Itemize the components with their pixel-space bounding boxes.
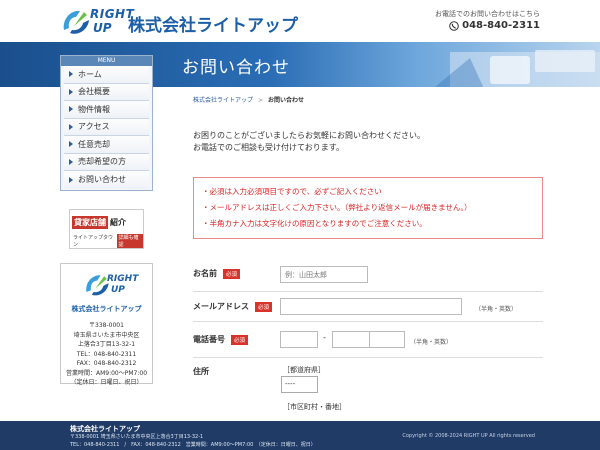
email-input[interactable] [280, 298, 462, 315]
email-label: メールアドレス [193, 302, 249, 311]
sidebar-item-label: ホーム [78, 69, 102, 79]
form-row-address: 住所 ［都道府県］ ---- ［市区町村・番地］ [193, 358, 543, 421]
header-phone-number: 048-840-2311 [462, 20, 540, 31]
required-badge: 必須 [223, 268, 241, 279]
arrow-right-icon [69, 158, 73, 165]
promo-label: 紹介 [110, 217, 126, 227]
sidebar-item-voluntary-sale[interactable]: 任意売却 [64, 136, 149, 154]
name-input[interactable] [280, 266, 368, 283]
sidebar-item-properties[interactable]: 物件情報 [64, 101, 149, 119]
form-row-phone: 電話番号 必須 - - （半角・英数） [193, 322, 543, 358]
breadcrumb-separator: > [258, 97, 264, 104]
footer-copyright: Copyright © 2008-2024 RIGHT UP All right… [402, 433, 535, 439]
contact-note: お電話でのお問い合わせはこちら [435, 10, 540, 18]
arrow-right-icon [69, 71, 73, 78]
card-hours: 営業時間：AM9:00～PM7:00 [65, 369, 148, 377]
site-logo[interactable]: RIGHT UP 株式会社ライトアップ [60, 6, 300, 38]
phone-input-3[interactable] [369, 331, 405, 348]
phone-photo-decoration [434, 50, 600, 87]
arrow-right-icon [69, 176, 73, 183]
company-name: 株式会社ライトアップ [128, 16, 298, 36]
card-address1: 埼玉県さいたま市中央区 [73, 331, 140, 339]
form-row-email: メールアドレス 必須 （半角・英数） [193, 292, 543, 322]
breadcrumb-home-link[interactable]: 株式会社ライトアップ [193, 97, 253, 104]
card-logo: RIGHT UP [61, 270, 152, 302]
notice-kana: 半角カナ入力は文字化けの原因となりますのでご注意ください。 [202, 216, 534, 232]
notice-email: メールアドレスは正しくご入力下さい。（弊社より返信メールが届きません。） [202, 200, 534, 216]
notice-box: 必須は入力必須項目ですので、必ずご記入ください メールアドレスは正しくご入力下さ… [193, 177, 543, 239]
arrow-right-icon [69, 88, 73, 95]
address-label: 住所 [193, 367, 209, 376]
prefecture-label: ［都道府県］ [283, 366, 325, 374]
sidebar-item-label: 売却希望の方 [78, 157, 126, 167]
card-logo-up: UP [111, 285, 125, 295]
phone-hint: （半角・英数） [410, 339, 453, 346]
menu-heading: MENU [61, 56, 152, 66]
card-holiday: （定休日：日曜日、祝日） [70, 379, 143, 386]
phone-dash-1: - [323, 333, 326, 342]
phone-icon [449, 20, 459, 31]
sidebar-item-access[interactable]: アクセス [64, 118, 149, 136]
sidebar-item-label: 会社概要 [78, 87, 110, 97]
arrow-right-icon [69, 123, 73, 130]
sidebar-item-label: アクセス [78, 122, 110, 132]
arrow-right-icon [69, 106, 73, 113]
intro-line-1: お困りのことがございましたらお気軽にお問い合わせください。 [193, 131, 425, 140]
card-postal: 〒338-0001 [89, 322, 124, 329]
page: RIGHT UP 株式会社ライトアップ お電話でのお問い合わせはこちら 048-… [0, 0, 600, 450]
phone-input-1[interactable] [280, 331, 318, 348]
sidebar-item-label: 任意売却 [78, 139, 110, 149]
sidebar-item-sellers[interactable]: 売却希望の方 [64, 153, 149, 171]
card-logo-right: RIGHT [107, 274, 139, 284]
site-header: RIGHT UP 株式会社ライトアップ お電話でのお問い合わせはこちら 048-… [0, 0, 600, 42]
arrow-right-icon [69, 141, 73, 148]
promo-badge: 詳細も確認 [116, 234, 143, 248]
header-phone[interactable]: 048-840-2311 [449, 20, 540, 31]
phone-input-2[interactable] [332, 331, 370, 348]
company-info-card: RIGHT UP 株式会社ライトアップ 〒338-0001 埼玉県さいたま市中央… [60, 263, 153, 386]
logo-mark-icon [63, 10, 89, 34]
card-company-name: 株式会社ライトアップ [71, 305, 142, 313]
prefecture-select[interactable]: ---- [281, 376, 318, 393]
required-badge: 必須 [231, 334, 249, 345]
footer-contact: TEL：048-840-2311 / FAX：048-840-2312 営業時間… [70, 441, 316, 448]
sidebar-item-label: お問い合わせ [78, 175, 126, 185]
sidebar-item-contact[interactable]: お問い合わせ [64, 171, 149, 189]
email-hint: （半角・英数） [475, 306, 518, 313]
logo-text-up: UP [93, 21, 112, 35]
form-row-name: お名前 必須 [193, 262, 543, 292]
sidebar-item-label: 物件情報 [78, 104, 110, 114]
phone-label: 電話番号 [193, 335, 225, 344]
notice-required: 必須は入力必須項目ですので、必ずご記入ください [202, 184, 534, 200]
intro-text: お困りのことがございましたらお気軽にお問い合わせください。 お電話でのご相談も受… [193, 130, 425, 154]
sidebar-menu: MENU ホーム 会社概要 物件情報 アクセス 任意売却 売却希望の方 お問い合… [60, 55, 153, 191]
promo-title: 貸家店舗 [72, 215, 108, 229]
intro-line-2: お電話でのご相談も受け付けております。 [193, 143, 344, 152]
site-footer: 株式会社ライトアップ 〒338-0001 埼玉県さいたま市中央区上落合3丁目13… [0, 421, 600, 450]
rental-shop-banner[interactable]: 貸家店舗 紹介 ライトアップタウン 詳細も確認 [69, 209, 144, 249]
card-address2: 上落合3丁目13-32-1 [77, 341, 136, 348]
sidebar-item-company[interactable]: 会社概要 [64, 83, 149, 101]
sidebar-item-home[interactable]: ホーム [64, 66, 149, 84]
required-badge: 必須 [255, 301, 273, 312]
card-tel: TEL：048-840-2311 [76, 350, 137, 358]
breadcrumb: 株式会社ライトアップ > お問い合わせ [193, 95, 304, 104]
footer-address: 〒338-0001 埼玉県さいたま市中央区上落合3丁目13-32-1 [70, 434, 204, 440]
promo-sub: ライトアップタウン [73, 235, 114, 248]
breadcrumb-current: お問い合わせ [268, 97, 305, 104]
card-fax: FAX：048-840-2312 [76, 360, 137, 367]
city-label: ［市区町村・番地］ [283, 403, 346, 411]
page-title: お問い合わせ [182, 58, 290, 78]
name-label: お名前 [193, 269, 217, 278]
